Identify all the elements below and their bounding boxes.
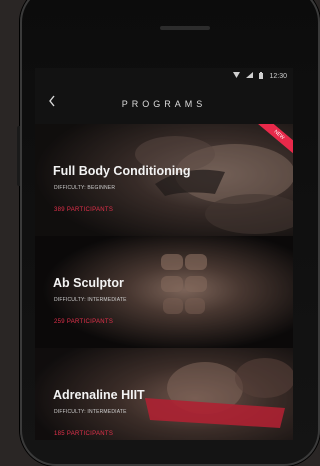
signal-icon (246, 72, 254, 80)
app-screen: 12:30 PROGRAMS NEW Full Body Conditionin… (35, 68, 293, 440)
program-card[interactable]: NEW Full Body Conditioning DIFFICULTY: B… (35, 124, 293, 236)
program-difficulty: DIFFICULTY: INTERMEDIATE (54, 297, 127, 303)
page-title: PROGRAMS (121, 99, 207, 109)
battery-icon (259, 71, 264, 81)
app-header: PROGRAMS (35, 84, 293, 124)
program-participants: 389 PARTICIPANTS (54, 207, 114, 213)
program-card[interactable]: Adrenaline HIIT DIFFICULTY: INTERMEDIATE… (35, 348, 293, 440)
program-title: Ab Sculptor (53, 276, 124, 290)
program-difficulty: DIFFICULTY: BEGINNER (54, 185, 116, 191)
program-participants: 259 PARTICIPANTS (54, 319, 114, 325)
program-title: Full Body Conditioning (53, 164, 191, 178)
chevron-left-icon[interactable] (47, 94, 63, 112)
program-difficulty: DIFFICULTY: INTERMEDIATE (54, 409, 127, 415)
status-time: 12:30 (269, 72, 287, 80)
phone-speaker (160, 26, 210, 30)
program-image (35, 236, 293, 348)
program-title: Adrenaline HIIT (53, 388, 145, 402)
side-button (17, 126, 20, 186)
wifi-icon (233, 72, 241, 80)
program-card[interactable]: Ab Sculptor DIFFICULTY: INTERMEDIATE 259… (35, 236, 293, 348)
status-bar: 12:30 (35, 68, 293, 84)
program-participants: 185 PARTICIPANTS (54, 431, 114, 437)
program-image (35, 124, 293, 236)
